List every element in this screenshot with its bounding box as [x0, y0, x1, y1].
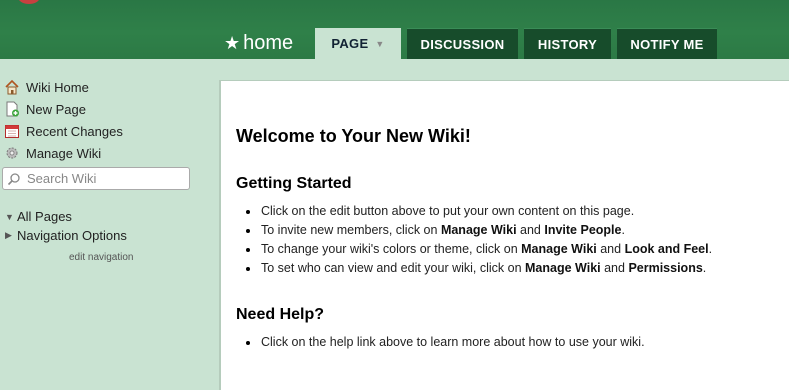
tab-page-label: PAGE: [331, 36, 369, 51]
tree-all-pages[interactable]: ▼ All Pages: [5, 209, 72, 224]
sidebar-item-manage-wiki[interactable]: Manage Wiki: [4, 143, 101, 163]
page-name: ★ home: [224, 32, 293, 55]
tab-discussion[interactable]: DISCUSSION: [407, 28, 518, 59]
sidebar-item-wiki-home[interactable]: Wiki Home: [4, 77, 89, 97]
sidebar: Wiki Home New Page Recent Changes Manage…: [0, 59, 219, 390]
getting-started-heading: Getting Started: [236, 175, 352, 192]
tab-history[interactable]: HISTORY: [524, 28, 611, 59]
sidebar-item-new-page[interactable]: New Page: [4, 99, 86, 119]
tree-all-pages-label: All Pages: [17, 209, 72, 224]
list-item: Click on the help link above to learn mo…: [246, 333, 645, 352]
tab-notify-me[interactable]: NOTIFY ME: [617, 28, 717, 59]
getting-started-list: Click on the edit button above to put yo…: [245, 202, 712, 278]
calendar-icon: [4, 123, 20, 139]
list-item: To change your wiki's colors or theme, c…: [245, 240, 712, 259]
new-page-icon: [4, 101, 20, 117]
list-item: To invite new members, click on Manage W…: [245, 221, 712, 240]
collapsed-triangle-icon[interactable]: ▶: [5, 230, 17, 241]
sidebar-item-label: Recent Changes: [26, 123, 123, 139]
list-item: Click on the edit button above to put yo…: [245, 202, 712, 221]
search-icon: [7, 172, 20, 185]
tab-history-label: HISTORY: [537, 36, 598, 52]
expanded-triangle-icon[interactable]: ▼: [5, 212, 17, 222]
tab-page[interactable]: PAGE ▼: [315, 28, 401, 59]
sidebar-item-label: Manage Wiki: [26, 145, 102, 161]
page-title: Welcome to Your New Wiki!: [236, 126, 471, 146]
search-box: [2, 167, 190, 190]
need-help-heading: Need Help?: [236, 306, 325, 323]
sidebar-item-label: Wiki Home: [26, 79, 89, 95]
tab-discussion-label: DISCUSSION: [420, 36, 505, 52]
sidebar-item-label: New Page: [26, 101, 86, 117]
page-name-label: home: [243, 32, 294, 54]
house-icon: [4, 79, 20, 95]
chevron-down-icon: ▼: [375, 38, 385, 49]
list-item: To set who can view and edit your wiki, …: [245, 259, 712, 278]
site-header: ★ home PAGE ▼ DISCUSSION HISTORY NOTIFY …: [0, 0, 789, 59]
search-input[interactable]: [27, 171, 177, 186]
logo[interactable]: [18, 0, 40, 4]
sidebar-item-recent-changes[interactable]: Recent Changes: [4, 121, 123, 141]
star-icon[interactable]: ★: [224, 33, 240, 54]
gear-icon: [4, 145, 20, 161]
edit-navigation-link[interactable]: edit navigation: [69, 252, 134, 263]
tab-notify-label: NOTIFY ME: [630, 36, 704, 52]
page-content: Welcome to Your New Wiki! Getting Starte…: [219, 80, 789, 390]
tree-navigation-options[interactable]: ▶ Navigation Options: [5, 228, 127, 243]
need-help-list: Click on the help link above to learn mo…: [246, 333, 645, 352]
tree-navigation-options-label: Navigation Options: [17, 228, 127, 243]
